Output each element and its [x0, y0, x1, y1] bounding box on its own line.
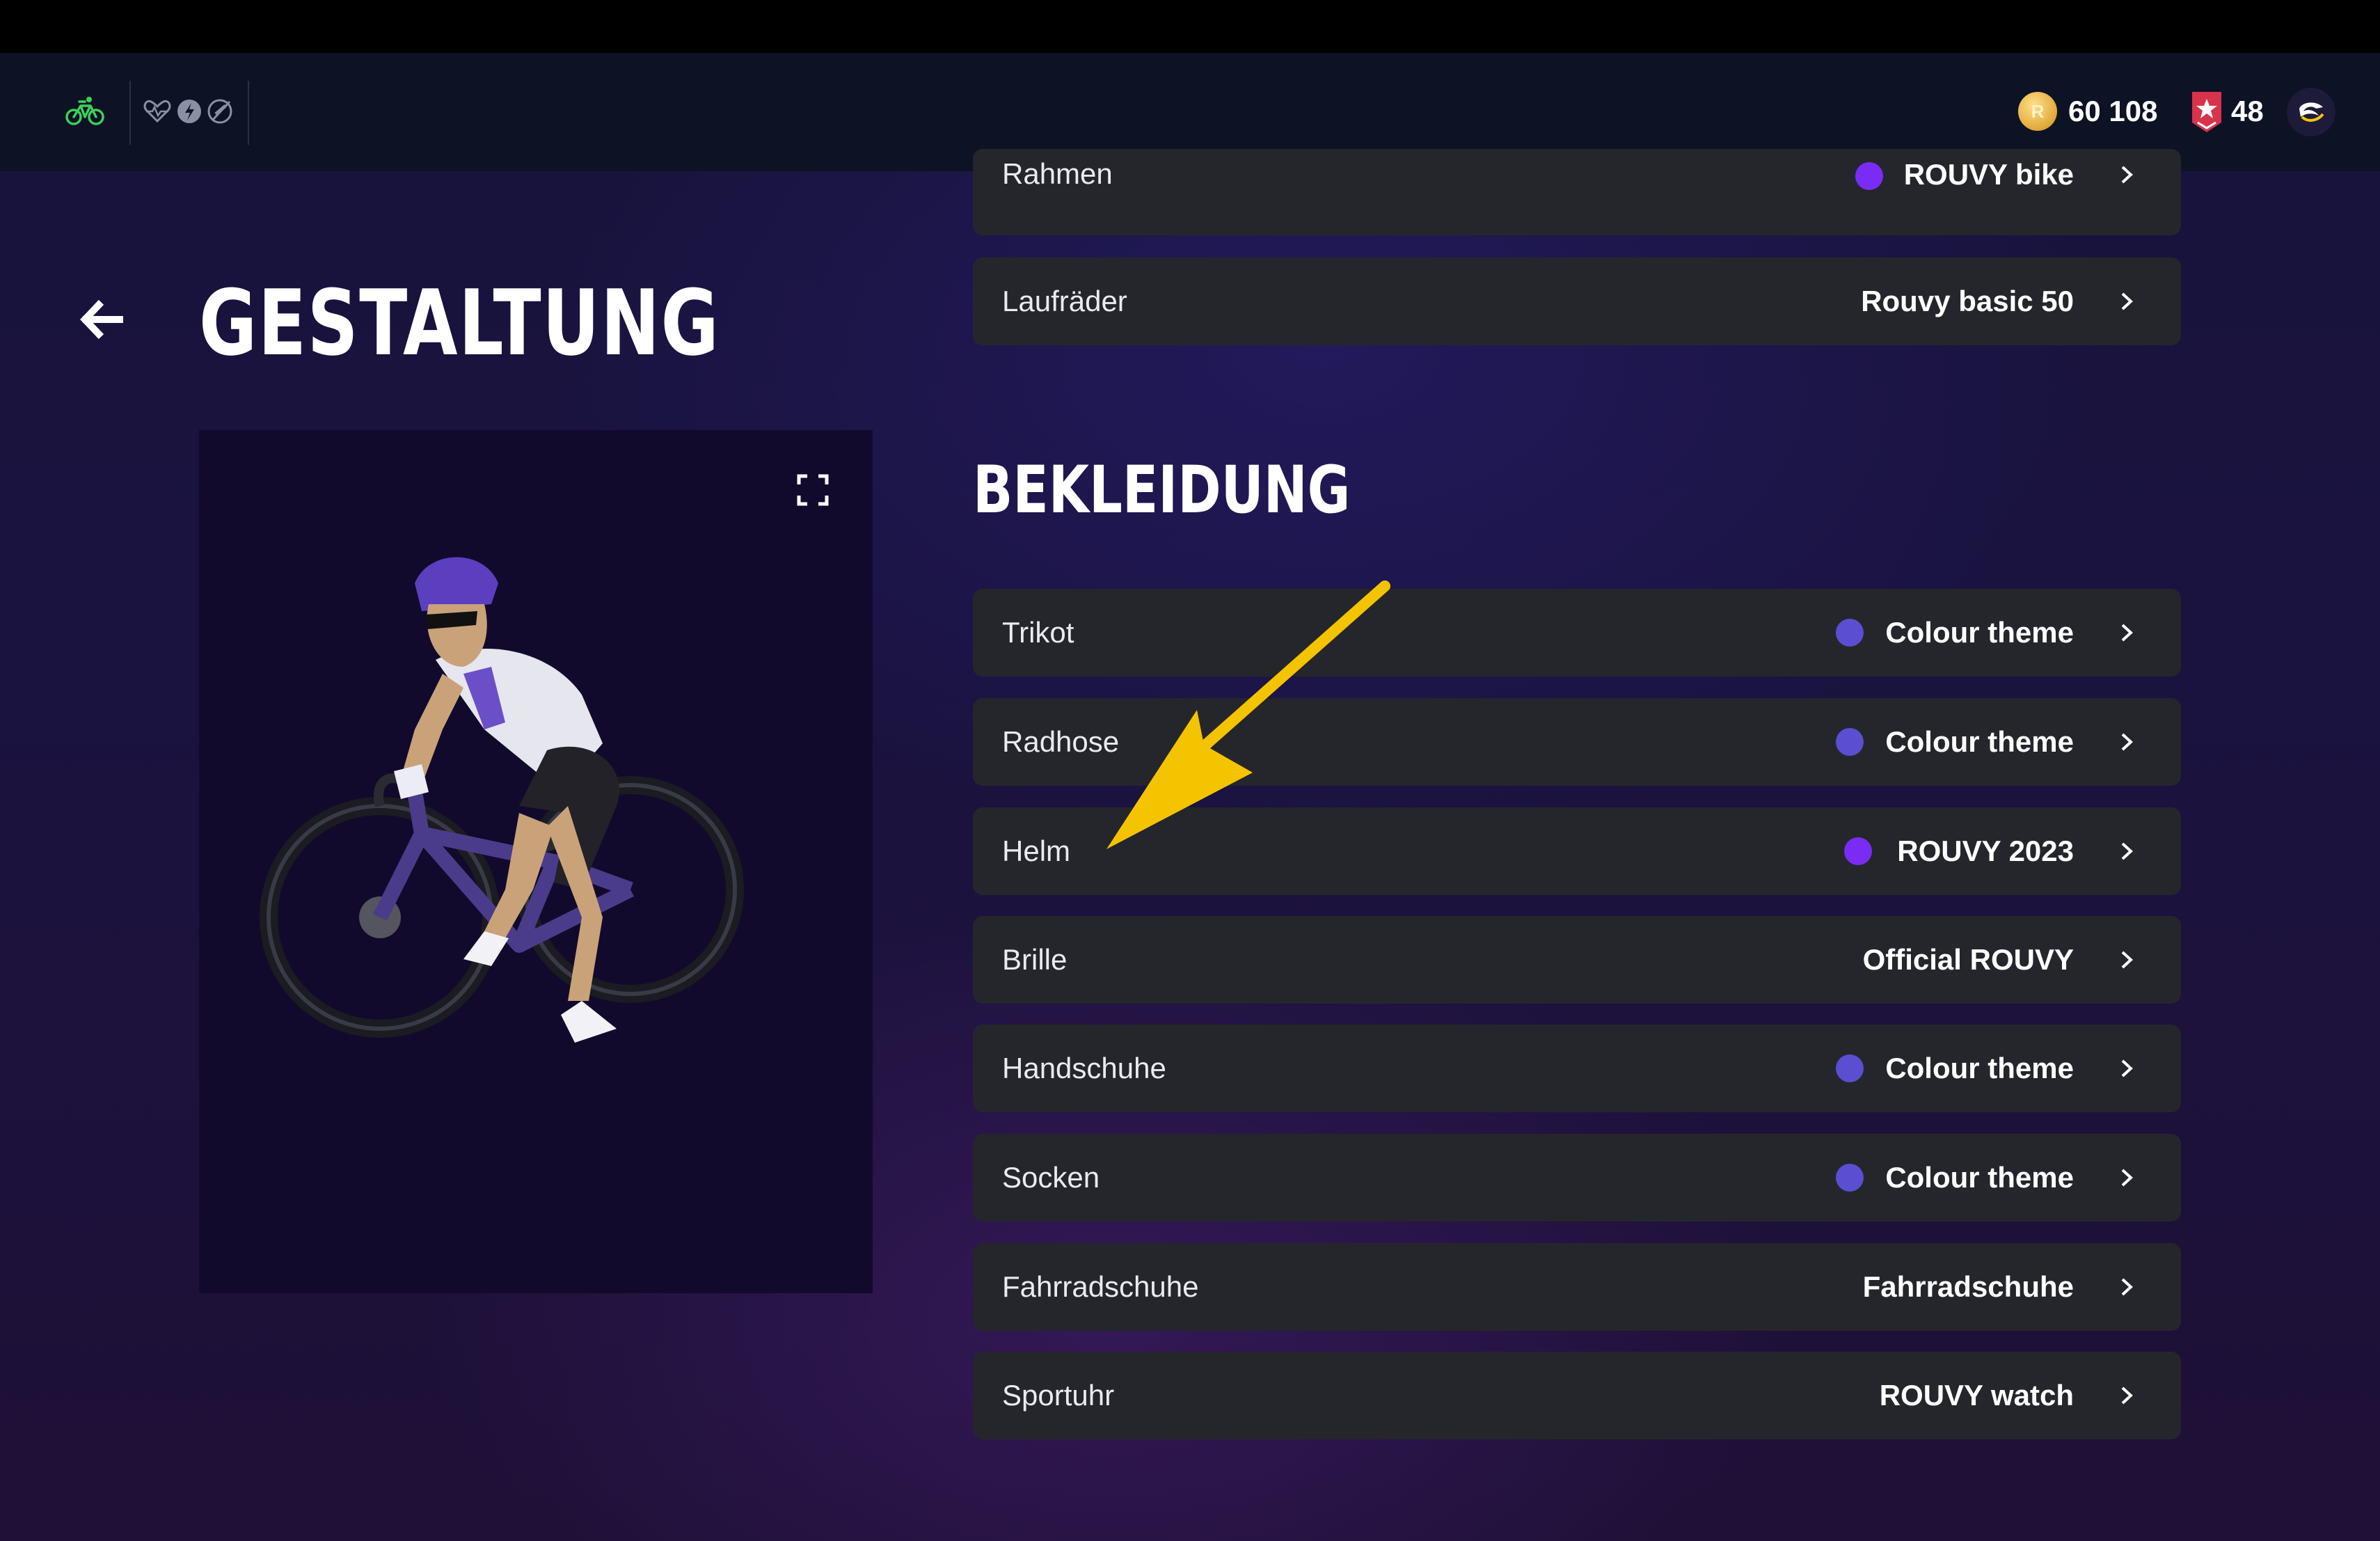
option-row-handschuhe[interactable]: Handschuhe Colour theme — [973, 1025, 2181, 1112]
color-swatch — [1844, 837, 1872, 865]
option-value: ROUVY bike — [1903, 158, 2074, 191]
option-label: Rahmen — [1002, 157, 1113, 190]
color-swatch — [1836, 728, 1864, 756]
option-label: Laufräder — [1002, 285, 1127, 317]
back-arrow-icon[interactable] — [77, 295, 125, 344]
option-value: ROUVY watch — [1879, 1379, 2074, 1412]
rank-level: 48 — [2231, 95, 2264, 127]
chevron-right-icon — [2121, 1059, 2133, 1077]
expand-icon[interactable] — [796, 473, 830, 507]
option-value: Colour theme — [1885, 616, 2074, 649]
sensor-status-icons[interactable] — [143, 97, 235, 125]
chevron-right-icon — [2121, 842, 2133, 860]
option-label: Helm — [1002, 835, 1071, 867]
option-value: ROUVY 2023 — [1897, 835, 2074, 867]
option-label: Trikot — [1002, 616, 1074, 649]
chevron-right-icon — [2121, 1169, 2133, 1187]
coin-symbol: R — [2031, 100, 2045, 122]
option-row-helm[interactable]: Helm ROUVY 2023 — [973, 807, 2181, 895]
option-label: Sportuhr — [1002, 1379, 1115, 1412]
chevron-right-icon — [2121, 292, 2133, 310]
option-value: Fahrradschuhe — [1862, 1270, 2074, 1303]
avatar-icon[interactable] — [2287, 88, 2335, 136]
coins-balance: 60 108 — [2068, 95, 2158, 127]
option-row-radhose[interactable]: Radhose Colour theme — [973, 698, 2181, 786]
divider — [129, 81, 131, 145]
option-label: Radhose — [1002, 725, 1120, 758]
option-label: Brille — [1002, 943, 1068, 976]
color-swatch — [1836, 1054, 1864, 1082]
chevron-right-icon — [2121, 1278, 2133, 1296]
option-row-sportuhr[interactable]: Sportuhr ROUVY watch — [973, 1352, 2181, 1439]
option-row-rahmen[interactable]: Rahmen ROUVY bike — [973, 149, 2181, 235]
option-row-fahrradschuhe[interactable]: Fahrradschuhe Fahrradschuhe — [973, 1243, 2181, 1331]
option-row-trikot[interactable]: Trikot Colour theme — [973, 589, 2181, 677]
option-label: Handschuhe — [1002, 1052, 1166, 1084]
heart-rate-icon — [143, 100, 171, 123]
color-swatch — [1836, 619, 1864, 647]
coin-icon: R — [2018, 92, 2057, 131]
power-icon — [177, 100, 201, 123]
cyclist-3d-model — [260, 557, 744, 1043]
option-label: Fahrradschuhe — [1002, 1270, 1199, 1303]
option-value: Colour theme — [1885, 1052, 2074, 1084]
divider — [248, 81, 249, 145]
chevron-right-icon — [2121, 624, 2133, 642]
option-value: Colour theme — [1885, 1161, 2074, 1194]
option-label: Socken — [1002, 1161, 1100, 1194]
option-row-laufraeder[interactable]: Laufräder Rouvy basic 50 — [973, 258, 2181, 345]
chevron-right-icon — [2121, 951, 2133, 969]
avatar-preview[interactable] — [199, 430, 873, 1293]
rank-badge-icon[interactable] — [2189, 89, 2224, 134]
section-title-bekleidung: BEKLEIDUNG — [973, 452, 1351, 528]
page-title: GESTALTUNG — [199, 270, 720, 376]
color-swatch — [1836, 1164, 1864, 1192]
speed-sensor-icon — [207, 99, 232, 124]
system-status-strip — [0, 0, 2380, 53]
option-row-brille[interactable]: Brille Official ROUVY — [973, 916, 2181, 1004]
option-value: Rouvy basic 50 — [1861, 285, 2074, 317]
chevron-right-icon — [2121, 166, 2133, 184]
bike-icon[interactable] — [65, 96, 104, 127]
chevron-right-icon — [2121, 1386, 2133, 1405]
option-value: Colour theme — [1885, 725, 2074, 758]
chevron-right-icon — [2121, 733, 2133, 751]
option-value: Official ROUVY — [1862, 943, 2074, 976]
option-row-socken[interactable]: Socken Colour theme — [973, 1134, 2181, 1222]
color-swatch — [1855, 162, 1883, 190]
